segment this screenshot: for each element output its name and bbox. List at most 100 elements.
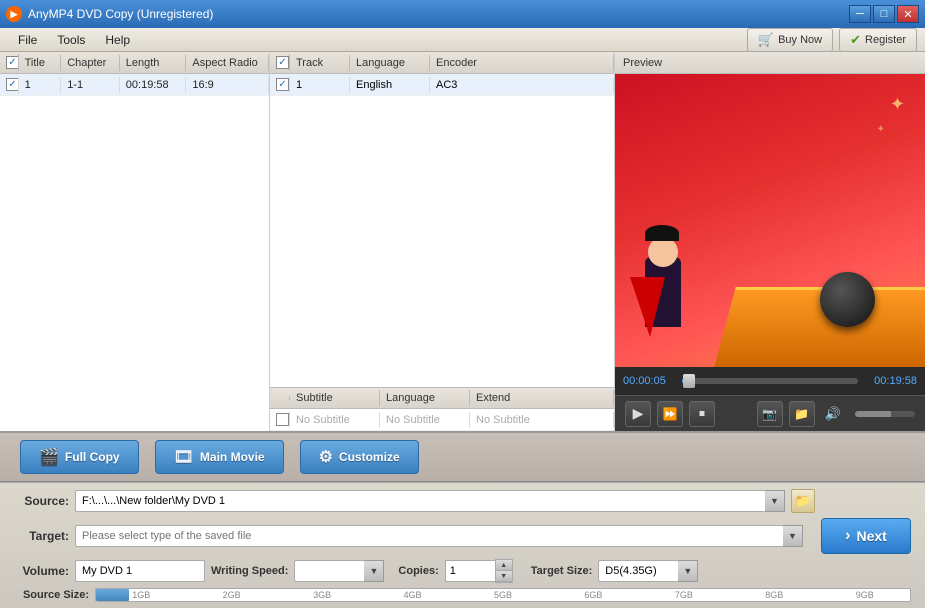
copies-input[interactable] [445, 560, 495, 582]
row-aspect: 16:9 [186, 77, 269, 93]
preview-label: Preview [615, 52, 925, 74]
size-tick-4gb: 4GB [367, 590, 457, 601]
menu-file[interactable]: File [8, 31, 47, 49]
cart-icon: 🛒 [758, 32, 774, 48]
size-tick-6gb: 6GB [548, 590, 638, 601]
volume-label: Volume: [14, 564, 69, 578]
writing-speed-label: Writing Speed: [211, 565, 288, 577]
title-table-panel: Title Chapter Length Aspect Radio 1 1-1 … [0, 52, 270, 431]
audio-header-language: Language [350, 55, 430, 71]
target-dropdown-button[interactable]: ▼ [783, 525, 803, 547]
time-start: 00:00:05 [623, 375, 678, 387]
row-chapter: 1-1 [61, 77, 120, 93]
target-label: Target: [14, 529, 69, 543]
bottom-form: Source: ▼ 📁 Target: ▼ › Next Volume: Wri… [0, 482, 925, 608]
register-label: Register [865, 34, 906, 46]
writing-speed-dropdown[interactable]: ▼ [364, 560, 384, 582]
buy-now-label: Buy Now [778, 34, 822, 46]
preview-panel: Preview ✦ ✦ [615, 52, 925, 431]
progress-thumb[interactable] [683, 374, 695, 388]
title-table-header: Title Chapter Length Aspect Radio [0, 52, 269, 74]
subtitle-header-check [270, 396, 290, 400]
target-input-wrap: ▼ [75, 525, 803, 547]
video-cape [630, 277, 665, 337]
row-checkbox[interactable] [6, 78, 19, 91]
gear-icon: ⚙ [319, 447, 333, 467]
header-check [0, 54, 19, 71]
source-input[interactable] [75, 490, 765, 512]
play-button[interactable]: ▶ [625, 401, 651, 427]
full-copy-button[interactable]: 🎬 Full Copy [20, 440, 139, 474]
subtitle-header-language: Language [380, 390, 470, 406]
size-tick-5gb: 5GB [458, 590, 548, 601]
target-size-dropdown[interactable]: ▼ [678, 560, 698, 582]
main-movie-label: Main Movie [200, 450, 265, 464]
minimize-button[interactable]: ─ [849, 5, 871, 23]
copies-label: Copies: [398, 565, 438, 577]
source-dropdown-button[interactable]: ▼ [765, 490, 785, 512]
audio-subtitle-panel: Track Language Encoder 1 English AC3 Sub… [270, 52, 615, 431]
maximize-button[interactable]: □ [873, 5, 895, 23]
subtitle-header-subtitle: Subtitle [290, 390, 380, 406]
buy-now-button[interactable]: 🛒 Buy Now [747, 28, 833, 52]
subtitle-table-header: Subtitle Language Extend [270, 387, 614, 409]
preview-video: ✦ ✦ [615, 74, 925, 367]
audio-row-check [270, 76, 290, 93]
panel-spacer [270, 96, 614, 387]
volume-icon: 🔊 [825, 406, 841, 422]
main-movie-button[interactable]: 🎞 Main Movie [155, 440, 284, 474]
size-tick-8gb: 8GB [729, 590, 819, 601]
copies-down-button[interactable]: ▼ [496, 571, 512, 582]
customize-button[interactable]: ⚙ Customize [300, 440, 419, 474]
title-bar: ▶ AnyMP4 DVD Copy (Unregistered) ─ □ ✕ [0, 0, 925, 28]
film-icon: 🎬 [39, 447, 59, 467]
subtitle-table-row: No Subtitle No Subtitle No Subtitle [270, 409, 614, 431]
target-input[interactable] [75, 525, 783, 547]
video-scene: ✦ ✦ [615, 74, 925, 367]
fast-forward-button[interactable]: ⏩ [657, 401, 683, 427]
folder-button[interactable]: 📁 [789, 401, 815, 427]
size-tick-2gb: 2GB [186, 590, 276, 601]
preview-progress-bar: 00:00:05 00:19:58 [615, 367, 925, 395]
copies-up-button[interactable]: ▲ [496, 560, 512, 571]
writing-speed-input[interactable] [294, 560, 364, 582]
target-row: Target: ▼ › Next [14, 518, 911, 554]
header-chapter: Chapter [61, 55, 120, 71]
header-length: Length [120, 55, 187, 71]
subtitle-row-checkbox[interactable] [276, 413, 289, 426]
register-button[interactable]: ✔ Register [839, 28, 917, 52]
subtitle-header-extend: Extend [470, 390, 614, 406]
next-chevron: › [845, 527, 850, 545]
register-icon: ✔ [850, 32, 861, 48]
time-end: 00:19:58 [862, 375, 917, 387]
table-row: 1 1-1 00:19:58 16:9 [0, 74, 269, 96]
size-tick-3gb: 3GB [277, 590, 367, 601]
target-size-input[interactable] [598, 560, 678, 582]
menu-tools[interactable]: Tools [47, 31, 95, 49]
volume-input[interactable] [75, 560, 205, 582]
subtitle-row-subtitle: No Subtitle [290, 412, 380, 428]
close-button[interactable]: ✕ [897, 5, 919, 23]
volume-slider[interactable] [855, 411, 915, 417]
screenshot-button[interactable]: 📷 [757, 401, 783, 427]
source-size-label: Source Size: [14, 589, 89, 601]
audio-header-check [270, 54, 290, 71]
source-row: Source: ▼ 📁 [14, 489, 911, 513]
next-button[interactable]: › Next [821, 518, 911, 554]
writing-speed-wrap: ▼ [294, 560, 384, 582]
next-label: Next [856, 528, 886, 544]
stop-button[interactable]: ⏹ [689, 401, 715, 427]
header-aspect: Aspect Radio [186, 55, 269, 71]
video-ball [820, 272, 875, 327]
subtitle-row-extend: No Subtitle [470, 412, 614, 428]
progress-container[interactable] [682, 378, 858, 384]
row-check [0, 76, 19, 93]
header-checkbox[interactable] [6, 56, 19, 69]
header-title: Title [19, 55, 62, 71]
audio-row-checkbox[interactable] [276, 78, 289, 91]
audio-header-checkbox[interactable] [276, 56, 289, 69]
source-folder-button[interactable]: 📁 [791, 489, 815, 513]
action-buttons-bar: 🎬 Full Copy 🎞 Main Movie ⚙ Customize [0, 432, 925, 482]
video-hair [645, 225, 679, 241]
menu-help[interactable]: Help [95, 31, 140, 49]
